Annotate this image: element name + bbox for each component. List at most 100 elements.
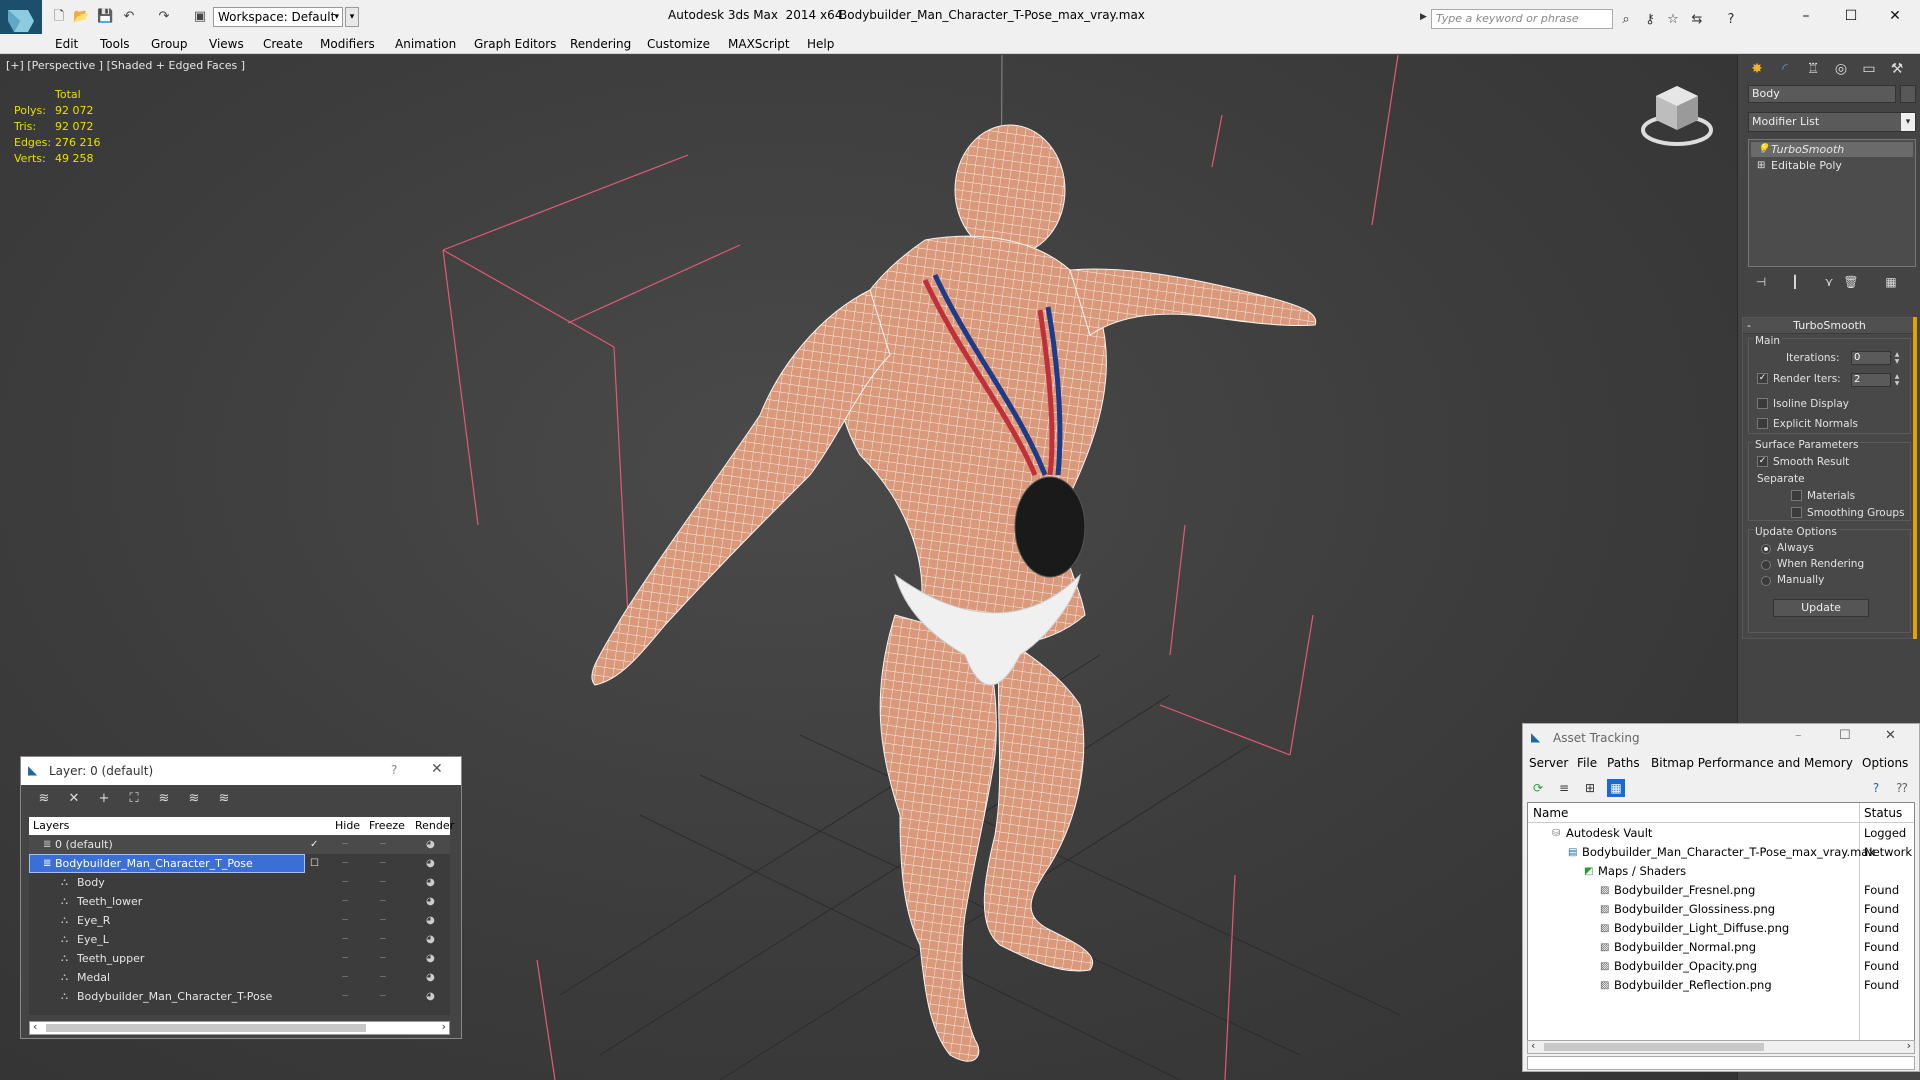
column-layers[interactable]: Layers [33, 819, 69, 832]
modify-tab-icon[interactable]: ◜ [1773, 59, 1797, 79]
search-input[interactable]: Type a keyword or phrase [1431, 9, 1613, 29]
command-panel-scrollbar[interactable] [1913, 317, 1917, 639]
remove-modifier-icon[interactable]: 🗑 [1842, 273, 1860, 291]
freeze-toggle[interactable]: ┄ [380, 968, 386, 987]
help-icon[interactable]: ? [1722, 11, 1740, 29]
render-teapot-icon[interactable]: ◕ [426, 835, 435, 854]
refresh-icon[interactable]: ⟳ [1529, 779, 1547, 797]
freeze-toggle[interactable]: ┄ [380, 911, 386, 930]
render-iters-spinner[interactable]: 2 [1851, 373, 1891, 387]
render-teapot-icon[interactable]: ◕ [426, 873, 435, 892]
asset-row[interactable]: ▨ Bodybuilder_Opacity.png Found [1528, 957, 1914, 976]
render-iters-checkbox[interactable]: ✓ [1757, 373, 1768, 384]
hide-toggle[interactable]: ┄ [342, 873, 348, 892]
layer-row[interactable]: ⛬ Body ┄ ┄ ◕ [29, 873, 450, 892]
column-freeze[interactable]: Freeze [369, 819, 405, 832]
object-color-swatch[interactable] [1900, 85, 1916, 103]
stack-item-editable-poly[interactable]: ⊞ Editable Poly [1751, 158, 1913, 173]
asset-menu-file[interactable]: File [1577, 756, 1597, 770]
render-teapot-icon[interactable]: ◕ [426, 987, 435, 1006]
workspace-dropdown[interactable]: Workspace: Default ▾ [213, 7, 343, 27]
render-teapot-icon[interactable]: ◕ [426, 949, 435, 968]
always-radio[interactable] [1761, 544, 1771, 554]
update-button[interactable]: Update [1773, 599, 1869, 617]
maximize-icon[interactable]: ☐ [1839, 728, 1851, 743]
menu-maxscript[interactable]: MAXScript [728, 36, 790, 52]
menu-graph-editors[interactable]: Graph Editors [474, 36, 556, 52]
render-teapot-icon[interactable]: ◕ [426, 930, 435, 949]
layer-row[interactable]: ⛬ Eye_L ┄ ┄ ◕ [29, 930, 450, 949]
hide-toggle[interactable]: ┄ [342, 892, 348, 911]
layer-window-titlebar[interactable]: ◣ Layer: 0 (default) ? ✕ [21, 757, 461, 785]
show-end-result-icon[interactable]: ┃ [1786, 273, 1804, 291]
star-icon[interactable]: ☆ [1664, 11, 1682, 29]
layer-horizontal-scrollbar[interactable]: ‹ › [29, 1020, 450, 1035]
redo-icon[interactable]: ↷ [156, 9, 172, 25]
scroll-left-icon[interactable]: ‹ [1531, 1039, 1535, 1052]
close-icon[interactable]: ✕ [1885, 728, 1896, 743]
asset-menu-bitmap[interactable]: Bitmap Performance and Memory [1651, 756, 1853, 770]
quick-access-dropdown[interactable]: ▾ [345, 7, 359, 27]
freeze-toggle[interactable]: ┄ [380, 892, 386, 911]
undo-icon[interactable]: ↶ [121, 9, 137, 25]
select-objects-icon[interactable]: ⛶ [125, 790, 143, 808]
freeze-toggle[interactable]: ┄ [380, 987, 386, 1006]
menu-group[interactable]: Group [151, 36, 188, 52]
scroll-left-icon[interactable]: ‹ [33, 1020, 37, 1033]
asset-row[interactable]: ⛁ Autodesk Vault Logged [1528, 824, 1914, 843]
grid-view-icon[interactable]: ▦ [1607, 779, 1625, 797]
column-status[interactable]: Status [1864, 803, 1902, 823]
freeze-toggle[interactable]: ┄ [380, 949, 386, 968]
scroll-right-icon[interactable]: › [1907, 1039, 1911, 1052]
isoline-checkbox[interactable] [1757, 398, 1768, 409]
hide-toggle[interactable]: ┄ [342, 930, 348, 949]
column-name[interactable]: Name [1533, 803, 1568, 823]
open-file-icon[interactable]: 📂 [73, 9, 89, 25]
menu-tools[interactable]: Tools [100, 36, 130, 52]
layer-row[interactable]: ⛬ Teeth_upper ┄ ┄ ◕ [29, 949, 450, 968]
close-icon[interactable]: ✕ [431, 761, 443, 777]
spinner-arrows-icon[interactable]: ▲ ▼ [1893, 373, 1901, 387]
menu-customize[interactable]: Customize [647, 36, 710, 52]
viewcube-icon[interactable] [1640, 80, 1714, 152]
exchange-icon[interactable]: ⇆ [1688, 11, 1706, 29]
asset-row[interactable]: ▤ Bodybuilder_Man_Character_T-Pose_max_v… [1528, 843, 1914, 862]
explicit-normals-checkbox[interactable] [1757, 418, 1768, 429]
hide-toggle[interactable]: ┄ [342, 911, 348, 930]
layer-row[interactable]: ⛬ Eye_R ┄ ┄ ◕ [29, 911, 450, 930]
maximize-icon[interactable]: ☐ [1841, 6, 1861, 26]
freeze-toggle[interactable]: ┄ [380, 930, 386, 949]
hide-all-icon[interactable]: ≋ [185, 790, 203, 808]
modifier-list-dropdown[interactable]: Modifier List ▾ [1748, 112, 1916, 132]
materials-checkbox[interactable] [1791, 490, 1802, 501]
key-icon[interactable]: ⚷ [1641, 11, 1659, 29]
hide-toggle[interactable]: ┄ [342, 968, 348, 987]
render-teapot-icon[interactable]: ◕ [426, 854, 435, 873]
smoothing-groups-checkbox[interactable] [1791, 507, 1802, 518]
new-file-icon[interactable]: 🗋 [51, 9, 67, 25]
rollout-header[interactable]: - TurboSmooth [1743, 318, 1916, 334]
stack-item-turbosmooth[interactable]: 💡 TurboSmooth [1751, 142, 1913, 157]
menu-animation[interactable]: Animation [395, 36, 456, 52]
manually-radio[interactable] [1761, 576, 1771, 586]
asset-menu-paths[interactable]: Paths [1607, 756, 1640, 770]
menu-rendering[interactable]: Rendering [570, 36, 631, 52]
set-current-icon[interactable]: ☐ [310, 854, 319, 873]
asset-horizontal-scrollbar[interactable]: ‹ › [1527, 1039, 1915, 1054]
freeze-all-icon[interactable]: ≋ [215, 790, 233, 808]
layer-row[interactable]: ⛬ Bodybuilder_Man_Character_T-Pose ┄ ┄ ◕ [29, 987, 450, 1006]
when-rendering-radio[interactable] [1761, 560, 1771, 570]
hide-toggle[interactable]: ┄ [342, 949, 348, 968]
layer-row[interactable]: ≣ Bodybuilder_Man_Character_T_Pose ☐ ┄ ┄… [29, 854, 450, 873]
make-unique-icon[interactable]: ⋎ [1820, 273, 1838, 291]
help-icon[interactable]: ? [1867, 779, 1885, 797]
binoculars-icon[interactable]: ⌕ [1617, 11, 1635, 29]
render-teapot-icon[interactable]: ◕ [426, 892, 435, 911]
asset-menu-server[interactable]: Server [1529, 756, 1568, 770]
freeze-toggle[interactable]: ┄ [380, 835, 386, 854]
delete-layer-icon[interactable]: ✕ [65, 790, 83, 808]
scroll-right-icon[interactable]: › [442, 1020, 446, 1033]
minimize-icon[interactable]: – [1795, 728, 1802, 743]
minimize-icon[interactable]: – [1796, 6, 1816, 26]
freeze-toggle[interactable]: ┄ [380, 854, 386, 873]
